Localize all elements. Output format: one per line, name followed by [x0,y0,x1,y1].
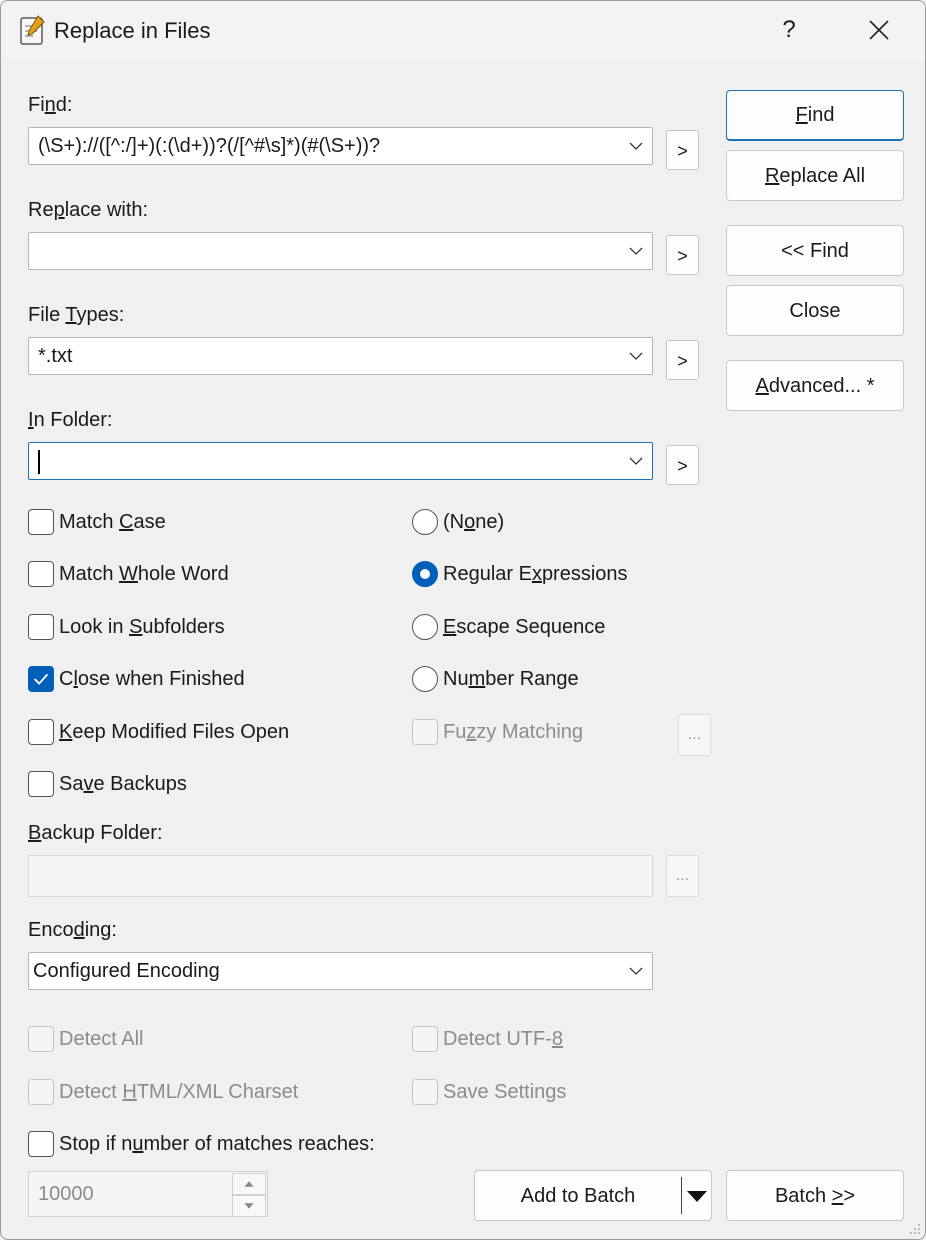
collapse-find-button[interactable]: << Find [726,225,904,276]
save-backups-label: Save Backups [59,773,187,795]
keep-modified-files-open-checkbox[interactable] [28,719,54,745]
close-when-finished-label: Close when Finished [59,668,245,690]
add-to-batch-split-button[interactable]: Add to Batch [474,1170,712,1221]
match-limit-value: 10000 [38,1183,94,1205]
find-label: Find: [28,94,73,116]
regular-expressions-radio[interactable] [412,561,438,587]
add-to-batch-button[interactable]: Add to Batch [475,1171,681,1220]
chevron-down-icon[interactable] [628,138,644,154]
detect-html-charset-checkbox[interactable] [28,1079,54,1105]
match-whole-word-label: Match Whole Word [59,563,229,585]
stop-if-matches-checkbox[interactable] [28,1131,54,1157]
file-types-combobox[interactable]: *.txt [28,337,653,375]
file-types-helper-button[interactable]: > [666,340,699,380]
encoding-value: Configured Encoding [33,960,220,982]
escape-sequence-radio[interactable] [412,614,438,640]
stop-if-matches-label: Stop if number of matches reaches: [59,1133,375,1155]
detect-utf8-label: Detect UTF-8 [443,1028,564,1050]
chevron-down-icon[interactable] [628,348,644,364]
encoding-select[interactable]: Configured Encoding [28,952,653,990]
find-regex-helper-button[interactable]: > [666,130,699,170]
file-types-value: *.txt [38,345,73,367]
in-folder-label: In Folder: [28,409,113,431]
match-case-checkbox[interactable] [28,509,54,535]
detect-all-checkbox[interactable] [28,1026,54,1052]
spin-up-icon [244,1181,254,1187]
look-in-subfolders-label: Look in Subfolders [59,616,225,638]
save-settings-checkbox[interactable] [412,1079,438,1105]
batch-button[interactable]: Batch >> [726,1170,904,1221]
replace-label: Replace with: [28,199,149,221]
notepad-app-icon [20,15,45,45]
match-whole-word-checkbox[interactable] [28,561,54,587]
encoding-label: Encoding: [28,919,117,941]
save-backups-checkbox[interactable] [28,771,54,797]
title-bar: Replace in Files ? [1,1,925,59]
fuzzy-matching-label: Fuzzy Matching [443,721,584,743]
spin-up-button[interactable] [232,1173,266,1195]
match-limit-spinbox[interactable]: 10000 [28,1171,268,1217]
replace-combobox[interactable] [28,232,653,270]
spin-down-button[interactable] [232,1195,266,1217]
close-window-icon[interactable] [851,9,907,51]
text-caret [38,450,40,474]
find-combobox[interactable]: (\S+)://([^:/]+)(:(\d+))?(/[^#\s]*)(#(\S… [28,127,653,165]
number-range-radio[interactable] [412,666,438,692]
look-in-subfolders-checkbox[interactable] [28,614,54,640]
help-button[interactable]: ? [769,9,809,51]
advanced-button[interactable]: Advanced... * [726,360,904,411]
none-radio[interactable] [412,509,438,535]
chevron-down-icon[interactable] [628,243,644,259]
backup-folder-browse-button[interactable]: ... [666,855,699,897]
window-title: Replace in Files [54,18,211,43]
replace-in-files-dialog: Replace in Files ? Find: (\S+)://([^:/]+… [0,0,926,1240]
in-folder-helper-button[interactable]: > [666,445,699,485]
file-types-label: File Types: [28,304,125,326]
find-button[interactable]: Find [726,90,904,141]
close-button[interactable]: Close [726,285,904,336]
chevron-down-icon[interactable] [628,963,644,979]
dropdown-arrow-icon[interactable] [682,1171,712,1220]
match-case-label: Match Case [59,511,166,533]
find-value: (\S+)://([^:/]+)(:(\d+))?(/[^#\s]*)(#(\S… [38,135,381,157]
in-folder-combobox[interactable] [28,442,653,480]
checkmark-icon [33,673,49,685]
resize-grip-icon[interactable] [909,1223,921,1235]
replace-all-button[interactable]: Replace All [726,150,904,201]
backup-folder-label: Backup Folder: [28,822,163,844]
none-label: (None) [443,511,505,533]
fuzzy-options-button[interactable]: ... [678,714,711,756]
keep-modified-files-open-label: Keep Modified Files Open [59,721,290,743]
detect-all-label: Detect All [59,1028,144,1050]
close-when-finished-checkbox[interactable] [28,666,54,692]
replace-helper-button[interactable]: > [666,235,699,275]
chevron-down-icon[interactable] [628,453,644,469]
detect-html-charset-label: Detect HTML/XML Charset [59,1081,299,1103]
escape-sequence-label: Escape Sequence [443,616,606,638]
regular-expressions-label: Regular Expressions [443,563,628,585]
save-settings-label: Save Settings [443,1081,567,1103]
spin-down-icon [244,1203,254,1209]
fuzzy-matching-checkbox[interactable] [412,719,438,745]
number-range-label: Number Range [443,668,579,690]
backup-folder-input[interactable] [28,855,653,897]
detect-utf8-checkbox[interactable] [412,1026,438,1052]
